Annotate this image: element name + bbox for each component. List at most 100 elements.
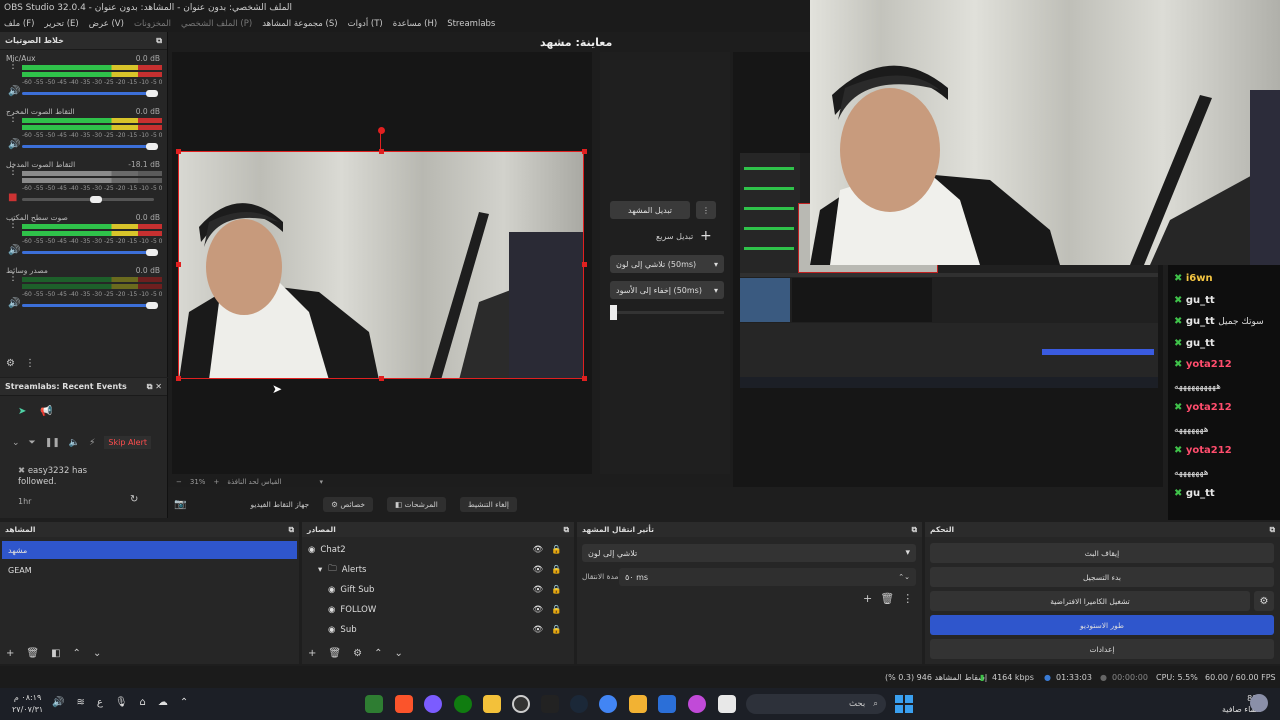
move-down-icon[interactable]: ⌄: [394, 648, 402, 659]
volume-icon[interactable]: 🔈: [69, 438, 80, 448]
fade-to-color-button[interactable]: تلاشي إلى لون (50ms) ▾: [610, 255, 724, 273]
scene-item[interactable]: GEAM: [2, 561, 297, 579]
microphone-icon[interactable]: 🎙: [115, 697, 128, 708]
channel-menu-icon[interactable]: ⋮: [8, 167, 18, 187]
move-up-icon[interactable]: ⌃: [73, 648, 81, 659]
transition-select[interactable]: تلاشي إلى لون ▾: [582, 544, 916, 562]
volume-knob[interactable]: [146, 143, 158, 150]
eye-icon[interactable]: 👁: [533, 605, 544, 615]
properties-button[interactable]: ⚙ خصائص: [323, 496, 374, 512]
undock-icon[interactable]: ⧉: [912, 525, 917, 535]
volume-knob[interactable]: [146, 90, 158, 97]
control-button[interactable]: تشغيل الكاميرا الافتراضية: [930, 591, 1250, 611]
fade-to-black-button[interactable]: إخفاء إلى الأسود (50ms) ▾: [610, 281, 724, 299]
menu-item[interactable]: تحرير (E): [44, 19, 78, 29]
remove-source-icon[interactable]: 🗑: [328, 648, 341, 659]
eye-icon[interactable]: 👁: [533, 545, 544, 555]
lock-icon[interactable]: 🔒: [551, 625, 562, 635]
replay-icon[interactable]: ↻: [130, 494, 138, 505]
source-item[interactable]: ▾ 🗀 Alerts 👁 🔒: [308, 560, 562, 580]
filter-icon[interactable]: ⏷: [29, 438, 36, 448]
eye-icon[interactable]: 👁: [533, 565, 544, 575]
epic-games-icon[interactable]: [541, 695, 559, 713]
taskbar-search[interactable]: بحث ⌕: [746, 694, 886, 714]
mute-alerts-icon[interactable]: ⚡: [89, 438, 95, 448]
zoom-in-button[interactable]: +: [213, 478, 219, 486]
channel-menu-icon[interactable]: ⋮: [8, 114, 18, 134]
filters-button[interactable]: ◧ المرشحات: [387, 496, 446, 512]
transition-menu-icon[interactable]: ⋮: [902, 592, 913, 605]
control-button[interactable]: بدء التسجيل: [930, 567, 1274, 587]
scene-filters-icon[interactable]: ◧: [51, 648, 60, 659]
volume-knob[interactable]: [146, 302, 158, 309]
volume-knob[interactable]: [146, 249, 158, 256]
tray-chevron-icon[interactable]: ⌃: [180, 697, 188, 708]
volume-slider[interactable]: [22, 251, 154, 254]
mixer-settings-icon[interactable]: ⚙: [6, 358, 15, 369]
discord-icon[interactable]: [424, 695, 442, 713]
eye-icon[interactable]: 👁: [533, 585, 544, 595]
notepad-icon[interactable]: [718, 695, 736, 713]
channel-menu-icon[interactable]: ⋮: [8, 220, 18, 240]
undock-icon[interactable]: ⧉: [289, 525, 294, 535]
menu-item[interactable]: عرض (V): [89, 19, 124, 29]
copilot-icon[interactable]: [688, 695, 706, 713]
speaker-icon[interactable]: 🔊: [8, 139, 20, 150]
stepper-icon[interactable]: ⌃⌄: [898, 573, 910, 581]
add-quick-transition-icon[interactable]: +: [700, 228, 712, 244]
minecraft-icon[interactable]: [365, 695, 383, 713]
zoom-dropdown-icon[interactable]: ▾: [320, 478, 324, 486]
mixer-menu-icon[interactable]: ⋮: [25, 358, 35, 369]
menu-item[interactable]: مساعدة (H): [393, 19, 437, 29]
source-item[interactable]: ◉ Sub 👁 🔒: [308, 620, 562, 640]
rotation-handle[interactable]: [378, 127, 385, 134]
muted-icon[interactable]: ■: [8, 192, 17, 203]
xbox-icon[interactable]: [454, 695, 472, 713]
lock-icon[interactable]: 🔒: [551, 565, 562, 575]
volume-slider[interactable]: [22, 304, 154, 307]
speaker-icon[interactable]: 🔊: [8, 245, 20, 256]
menu-item[interactable]: مجموعة المشاهد (S): [262, 19, 337, 29]
menu-item[interactable]: ملف (F): [4, 19, 34, 29]
close-icon[interactable]: ⧉ ✕: [147, 382, 162, 392]
duration-input[interactable]: ٥٠ ms ⌃⌄: [619, 568, 916, 586]
scene-switch-button[interactable]: تبديل المشهد: [610, 201, 690, 219]
source-item[interactable]: ◉ Gift Sub 👁 🔒: [308, 580, 562, 600]
control-button[interactable]: إيقاف البث: [930, 543, 1274, 563]
cloud-icon[interactable]: ☁: [158, 697, 168, 708]
obs-icon[interactable]: [512, 695, 530, 713]
skip-alert-button[interactable]: Skip Alert: [104, 436, 151, 449]
photos-icon[interactable]: [658, 695, 676, 713]
volume-icon[interactable]: 🔊: [52, 697, 64, 708]
taskbar-clock[interactable]: ٠٨:١٩ م ٢٧/٠٧/٣١: [12, 692, 43, 716]
add-transition-icon[interactable]: +: [863, 592, 872, 605]
preview-webcam-source[interactable]: [178, 151, 584, 379]
language-indicator[interactable]: ع: [97, 697, 103, 708]
pause-icon[interactable]: ❚❚: [45, 438, 60, 448]
channel-menu-icon[interactable]: ⋮: [8, 61, 18, 81]
volume-knob[interactable]: [90, 196, 102, 203]
undock-icon[interactable]: ⧉: [564, 525, 569, 535]
lock-icon[interactable]: 🔒: [551, 545, 562, 555]
add-source-icon[interactable]: +: [308, 648, 316, 659]
remove-transition-icon[interactable]: 🗑: [880, 592, 894, 605]
chevron-down-icon[interactable]: ⌄: [12, 438, 20, 448]
menu-item[interactable]: المخزونات: [134, 19, 171, 29]
file-explorer-icon[interactable]: [629, 695, 647, 713]
expand-arrow-icon[interactable]: ▾: [318, 565, 322, 575]
wifi-icon[interactable]: ≋: [76, 697, 84, 708]
network-icon[interactable]: ⌂: [140, 697, 146, 708]
control-button[interactable]: طور الاستوديو: [930, 615, 1274, 635]
volume-slider[interactable]: [22, 145, 154, 148]
t-bar-handle[interactable]: [610, 305, 617, 320]
megaphone-icon[interactable]: 📢: [40, 406, 52, 417]
speaker-icon[interactable]: 🔊: [8, 86, 20, 97]
virtual-camera-settings-icon[interactable]: ⚙: [1254, 591, 1274, 611]
menu-item[interactable]: Streamlabs: [447, 19, 495, 29]
steam-icon[interactable]: [570, 695, 588, 713]
add-scene-icon[interactable]: +: [6, 648, 14, 659]
menu-item[interactable]: الملف الشخصي (P): [181, 19, 252, 29]
transition-menu-icon[interactable]: ⋮: [696, 201, 716, 219]
source-settings-icon[interactable]: ⚙: [353, 648, 362, 659]
source-item[interactable]: ◉ Chat2 👁 🔒: [308, 540, 562, 560]
